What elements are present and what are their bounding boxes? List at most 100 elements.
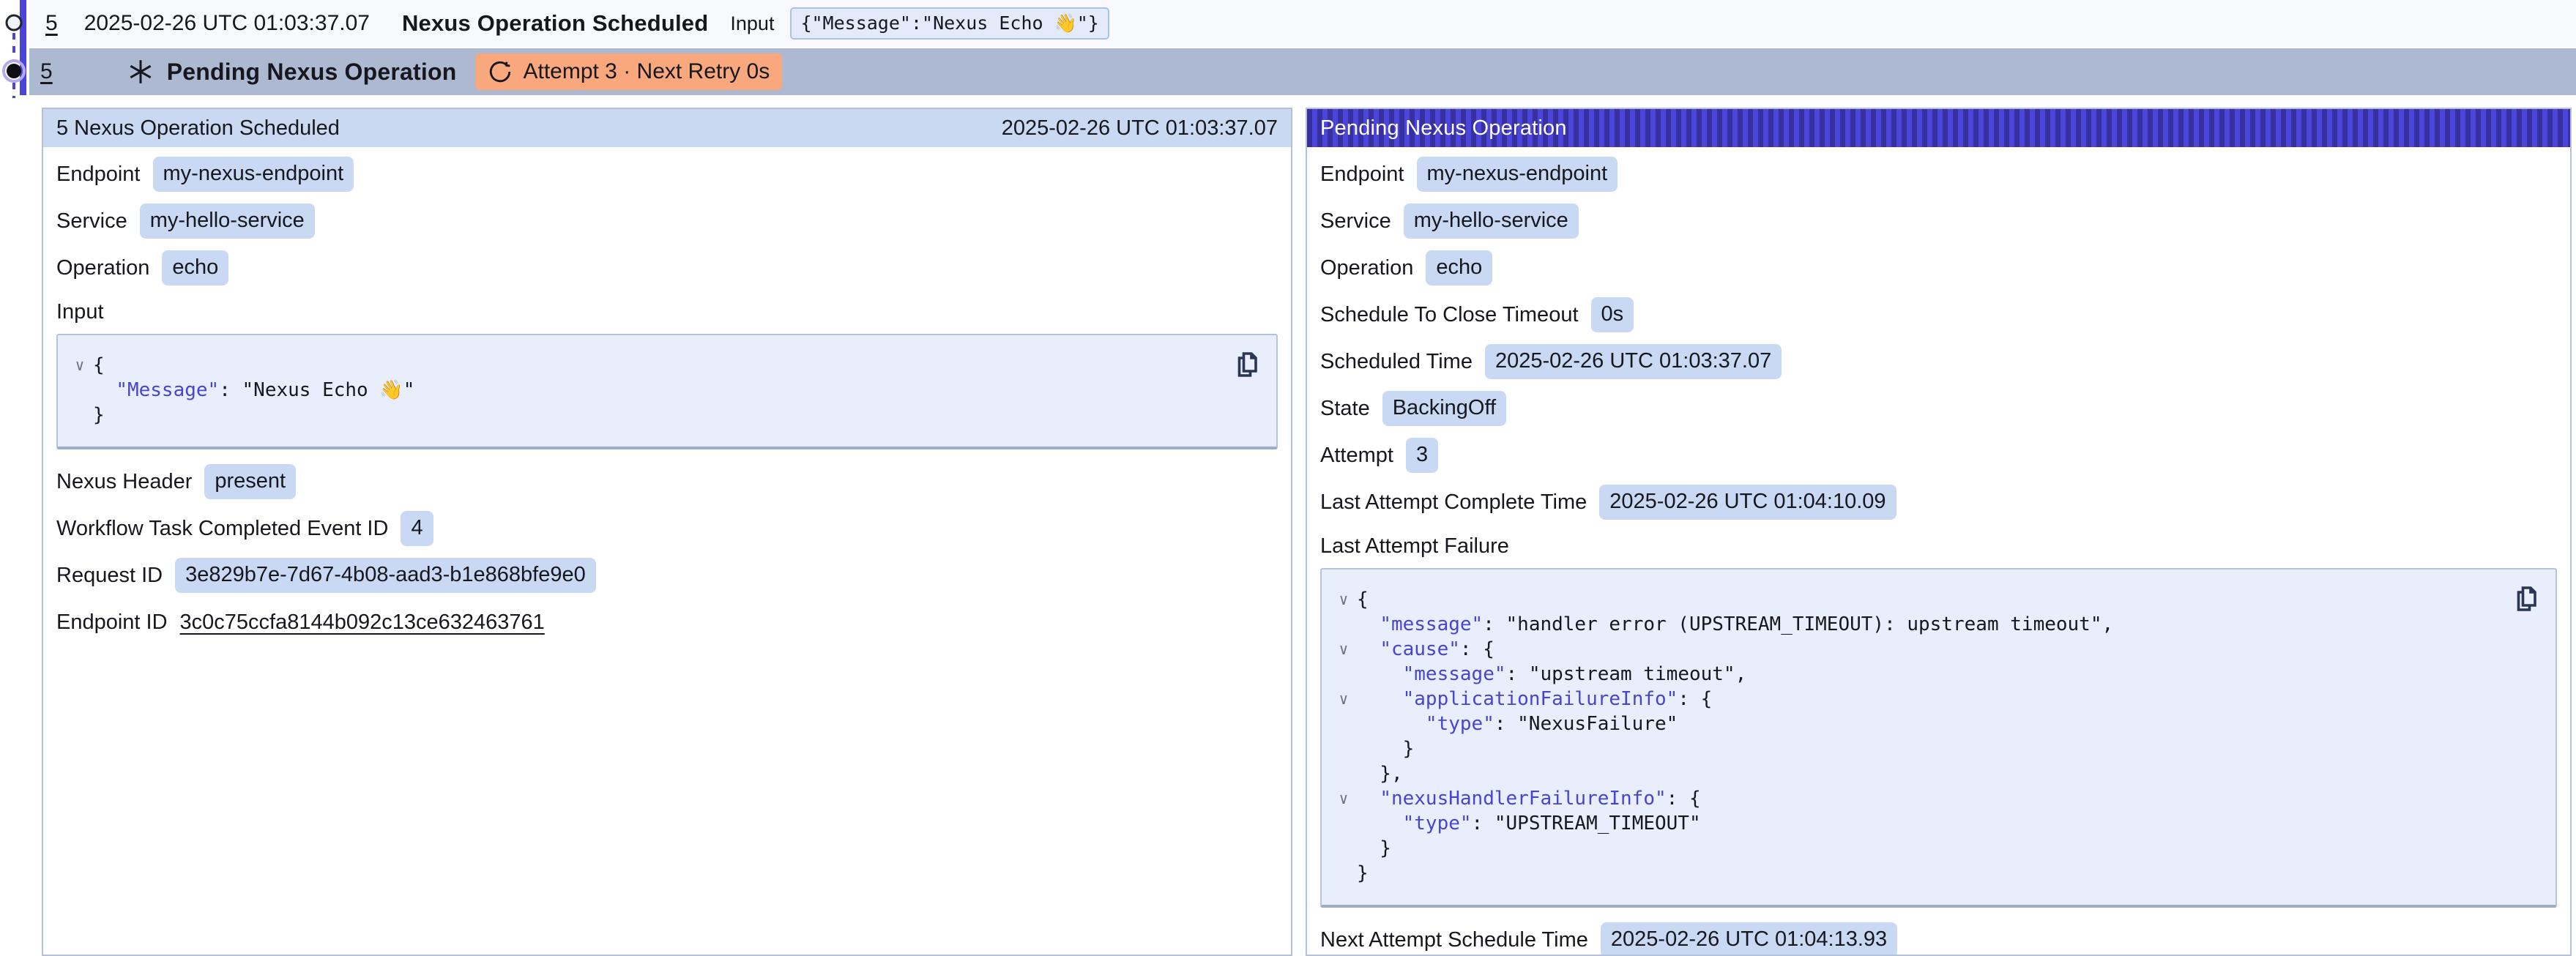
code-line: ∨ "applicationFailureInfo": { [1330,687,2509,712]
event-id-link[interactable]: 5 [45,11,58,36]
code-line: } [1330,736,2509,761]
field-label: Nexus Header [56,470,192,494]
collapse-chevron-icon[interactable]: ∨ [67,353,93,378]
code-line: ∨ "nexusHandlerFailureInfo": { [1330,786,2509,811]
field-row-operation: Operationecho [1320,244,2557,291]
collapse-chevron-icon[interactable]: ∨ [1330,587,1357,612]
scheduled-event-detail-panel: 5 Nexus Operation Scheduled 2025-02-26 U… [42,108,1292,956]
code-text: } [1357,836,1391,861]
pending-asterisk-icon [126,57,155,86]
code-text: "Message": "Nexus Echo 👋" [93,378,414,403]
panel-title: 5 Nexus Operation Scheduled [56,116,340,141]
event-id-link[interactable]: 5 [40,59,53,84]
field-value-badge: 2025-02-26 UTC 01:04:10.09 [1599,485,1896,519]
field-row-service: Servicemy-hello-service [56,198,1278,244]
event-row-pending-nexus-operation[interactable]: 5 Pending Nexus Operation Attempt 3 · Ne… [29,48,2576,95]
code-line: "Message": "Nexus Echo 👋" [67,378,1229,403]
field-label: Scheduled Time [1320,350,1473,374]
scheduled-panel-header: 5 Nexus Operation Scheduled 2025-02-26 U… [43,109,1291,147]
code-text: }, [1357,761,1403,786]
field-label: Operation [1320,256,1413,280]
field-row-next-attempt-schedule-time: Next Attempt Schedule Time2025-02-26 UTC… [1320,916,2557,956]
code-line: } [1330,861,2509,886]
code-line: ∨{ [1330,587,2509,612]
field-label: Attempt [1320,444,1393,468]
field-row-nexus-header: Nexus Header present [56,458,1278,505]
code-gutter [1330,836,1357,861]
code-gutter [1330,761,1357,786]
code-text: "type": "NexusFailure" [1357,712,1678,736]
field-row-endpoint-id: Endpoint ID 3c0c75ccfa8144b092c13ce632463… [56,599,1278,646]
code-text: { [93,353,105,378]
endpoint-id-link[interactable]: 3c0c75ccfa8144b092c13ce632463761 [180,610,545,635]
field-label: Last Attempt Failure [1320,534,1509,559]
field-row-workflow-task-completed-event-id: Workflow Task Completed Event ID4 [56,505,1278,552]
code-line: } [67,403,1229,427]
field-value-badge: my-hello-service [1404,203,1579,238]
retry-arrow-icon [488,59,513,84]
collapse-chevron-icon[interactable]: ∨ [1330,687,1357,712]
field-row-scheduled-time: Scheduled Time 2025-02-26 UTC 01:03:37.07 [1320,338,2557,385]
code-text: } [1357,736,1414,761]
code-line: "message": "upstream timeout", [1330,662,2509,687]
field-row-last-attempt-failure: Last Attempt Failure [1320,526,2557,567]
code-line: } [1330,836,2509,861]
collapse-chevron-icon[interactable]: ∨ [1330,637,1357,662]
code-line: "message": "handler error (UPSTREAM_TIME… [1330,612,2509,637]
code-gutter [1330,811,1357,836]
field-row-attempt: Attempt 3 [1320,432,2557,479]
copy-icon[interactable] [2513,584,2539,613]
detail-panels: 5 Nexus Operation Scheduled 2025-02-26 U… [42,108,2572,956]
code-line: "type": "NexusFailure" [1330,712,2509,736]
code-line: ∨ "cause": { [1330,637,2509,662]
field-label: Schedule To Close Timeout [1320,303,1579,327]
copy-icon[interactable] [1234,350,1260,379]
field-row-state: State BackingOff [1320,385,2557,432]
event-row-nexus-operation-scheduled[interactable]: 5 2025-02-26 UTC 01:03:37.07 Nexus Opera… [29,0,2576,47]
field-row-schedule-to-close-timeout: Schedule To Close Timeout 0s [1320,291,2557,338]
field-value-badge: echo [162,250,228,285]
json-code-block: ∨{ "message": "handler error (UPSTREAM_T… [1320,568,2557,908]
event-marker-icon [7,15,21,30]
field-row-endpoint: Endpointmy-nexus-endpoint [56,151,1278,198]
code-line: "type": "UPSTREAM_TIMEOUT" [1330,811,2509,836]
code-text: "applicationFailureInfo": { [1357,687,1712,712]
field-label: Request ID [56,564,163,588]
field-row-last-attempt-complete-time: Last Attempt Complete Time 2025-02-26 UTC… [1320,479,2557,526]
field-label: Input [56,300,104,324]
selected-event-marker-icon [7,64,21,78]
code-gutter [67,403,93,427]
code-text: "type": "UPSTREAM_TIMEOUT" [1357,811,1701,836]
field-label: Endpoint [56,163,141,187]
field-label: State [1320,397,1370,421]
code-gutter [1330,736,1357,761]
field-label: Endpoint ID [56,610,168,635]
field-label: Next Attempt Schedule Time [1320,928,1588,952]
input-value-badge: {"Message":"Nexus Echo 👋"} [790,7,1109,40]
field-value-badge: 0s [1591,297,1634,332]
pending-operation-title: Pending Nexus Operation [167,59,457,86]
field-value-badge: present [204,464,296,498]
field-label: Service [1320,209,1391,234]
code-gutter [1330,612,1357,637]
json-code-block: ∨{ "Message": "Nexus Echo 👋"} [56,334,1278,449]
code-gutter [1330,662,1357,687]
field-value-badge: 2025-02-26 UTC 01:03:37.07 [1485,344,1782,378]
field-value-badge: 3 [1406,438,1438,472]
code-text: } [93,403,105,427]
field-label: Last Attempt Complete Time [1320,490,1587,515]
panel-title: Pending Nexus Operation [1320,116,1567,141]
field-row-endpoint: Endpointmy-nexus-endpoint [1320,151,2557,198]
code-text: "cause": { [1357,637,1494,662]
collapse-chevron-icon[interactable]: ∨ [1330,786,1357,811]
code-gutter [67,378,93,403]
attempt-badge-label: Attempt 3 · Next Retry 0s [523,59,770,84]
code-text: "message": "upstream timeout", [1357,662,1746,687]
code-text: } [1357,861,1369,886]
input-label: Input [730,12,774,35]
event-title: Nexus Operation Scheduled [402,10,708,37]
timeline-bar [20,0,26,95]
field-value-badge: BackingOff [1382,391,1506,425]
field-label: Workflow Task Completed Event ID [56,517,388,541]
field-label: Endpoint [1320,163,1404,187]
